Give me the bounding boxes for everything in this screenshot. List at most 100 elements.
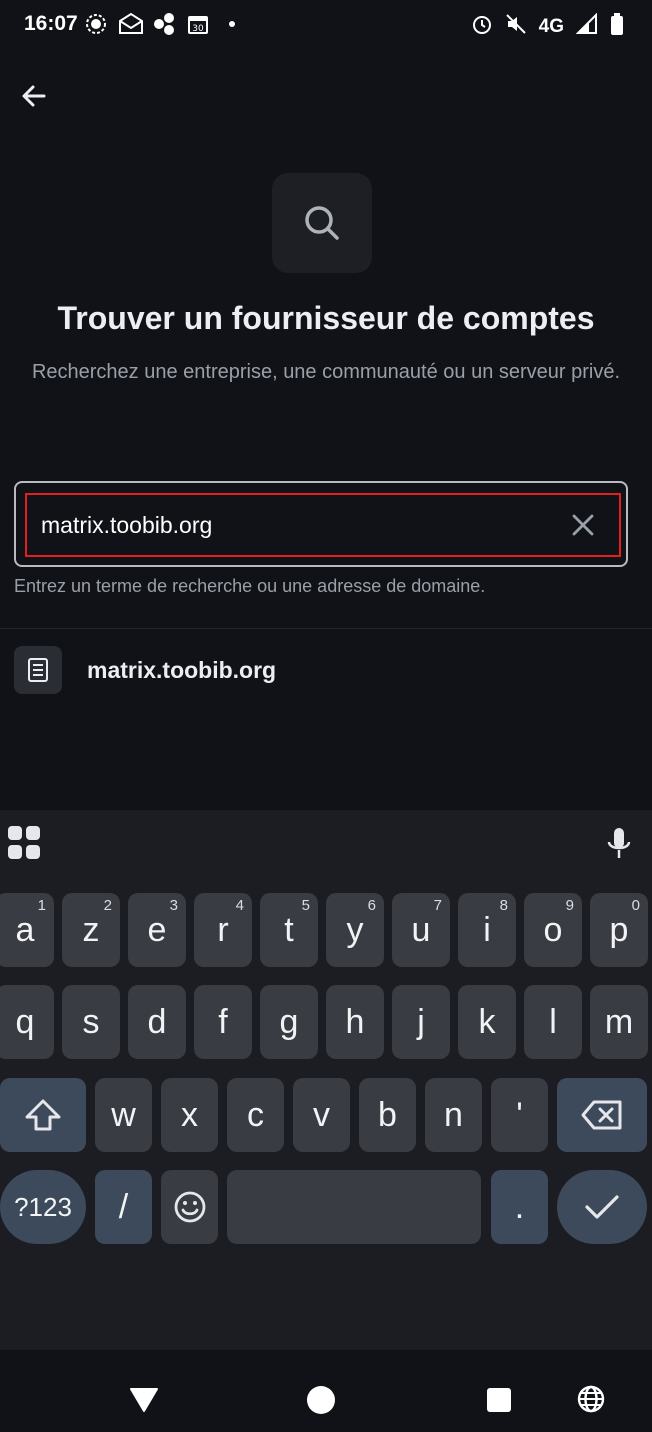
search-input[interactable] [27,511,561,539]
shift-key[interactable] [0,1078,86,1152]
battery-icon [610,13,624,41]
key-y-hint: 6 [367,897,376,914]
key-apostrophe[interactable]: ' [491,1078,548,1152]
key-c-label: c [247,1095,264,1134]
key-r[interactable]: r4 [194,893,252,967]
symbols-key[interactable]: ?123 [0,1170,86,1244]
key-e-label: e [147,910,167,949]
search-hero [272,173,372,273]
key-a[interactable]: a1 [0,893,54,967]
clear-button[interactable] [561,503,605,547]
key-l[interactable]: l [524,985,582,1059]
key-r-label: r [217,910,229,949]
key-k[interactable]: k [458,985,516,1059]
globe-icon [577,1385,605,1413]
key-o-hint: 9 [565,897,574,914]
key-s[interactable]: s [62,985,120,1059]
nav-back-button[interactable] [129,1387,159,1418]
key-p[interactable]: p0 [590,893,648,967]
period-key[interactable]: . [491,1170,548,1244]
key-c[interactable]: c [227,1078,284,1152]
key-v[interactable]: v [293,1078,350,1152]
key-z-hint: 2 [103,897,112,914]
key-j-label: j [417,1002,425,1041]
smiley-icon [174,1191,205,1223]
key-d[interactable]: d [128,985,186,1059]
triangle-back-icon [130,1388,158,1412]
key-u-hint: 7 [433,897,442,914]
key-x[interactable]: x [161,1078,218,1152]
key-l-label: l [549,1002,557,1041]
key-y[interactable]: y6 [326,893,384,967]
key-r-hint: 4 [235,897,244,914]
key-q[interactable]: q [0,985,54,1059]
nav-recents-button[interactable] [487,1388,511,1412]
search-icon [305,206,339,240]
keyboard-apps-icon[interactable] [8,826,42,860]
key-a-label: a [15,910,35,949]
key-o[interactable]: o9 [524,893,582,967]
emoji-key[interactable] [161,1170,218,1244]
period-key-label: . [514,1187,525,1226]
key-h[interactable]: h [326,985,384,1059]
arrow-left-icon [22,85,46,107]
slash-key[interactable]: / [95,1170,152,1244]
cell-signal-icon [575,12,598,41]
key-z[interactable]: z2 [62,893,120,967]
more-notifications-dot-icon [220,12,244,36]
key-w[interactable]: w [95,1078,152,1152]
result-item[interactable]: matrix.toobib.org [0,640,652,700]
key-u-label: u [411,910,431,949]
key-g-label: g [279,1002,299,1041]
key-f[interactable]: f [194,985,252,1059]
back-button[interactable] [14,76,54,116]
status-time: 16:07 [24,12,78,35]
apps-cluster-icon [152,12,176,36]
key-s-label: s [82,1002,100,1041]
key-j[interactable]: j [392,985,450,1059]
key-v-label: v [313,1095,330,1134]
key-e-hint: 3 [169,897,178,914]
mail-icon [118,12,143,36]
mic-button[interactable] [604,824,634,864]
key-p-hint: 0 [631,897,640,914]
key-e[interactable]: e3 [128,893,186,967]
key-g[interactable]: g [260,985,318,1059]
key-t-label: t [284,910,294,949]
svg-text:30: 30 [192,24,204,34]
symbols-key-label: ?123 [14,1191,72,1222]
key-i-label: i [483,910,491,949]
enter-key[interactable] [557,1170,647,1244]
signal-app-icon [84,12,108,36]
key-u[interactable]: u7 [392,893,450,967]
search-field[interactable] [25,493,621,557]
server-list-icon [14,646,62,694]
language-button[interactable] [577,1385,605,1418]
mute-icon [505,13,527,41]
key-i-hint: 8 [499,897,508,914]
microphone-icon [607,828,631,858]
key-q-label: q [15,1002,35,1041]
key-k-label: k [478,1002,496,1041]
slash-key-label: / [118,1187,129,1226]
page-subtitle: Recherchez une entreprise, une communaut… [31,361,621,383]
key-t[interactable]: t5 [260,893,318,967]
key-o-label: o [543,910,563,949]
nav-home-button[interactable] [307,1386,335,1414]
key-i[interactable]: i8 [458,893,516,967]
key-m[interactable]: m [590,985,648,1059]
checkmark-icon [585,1195,619,1219]
key-t-hint: 5 [301,897,310,914]
key-n-label: n [444,1095,463,1134]
space-key[interactable] [227,1170,481,1244]
notification-icons: 30 [84,12,244,36]
key-b[interactable]: b [359,1078,416,1152]
network-type: 4G [538,16,564,37]
key-d-label: d [147,1002,167,1041]
key-n[interactable]: n [425,1078,482,1152]
backspace-icon [581,1100,622,1130]
backspace-key[interactable] [557,1078,647,1152]
key-a-hint: 1 [37,897,46,914]
key-x-label: x [181,1095,198,1134]
alarm-icon [471,13,493,41]
